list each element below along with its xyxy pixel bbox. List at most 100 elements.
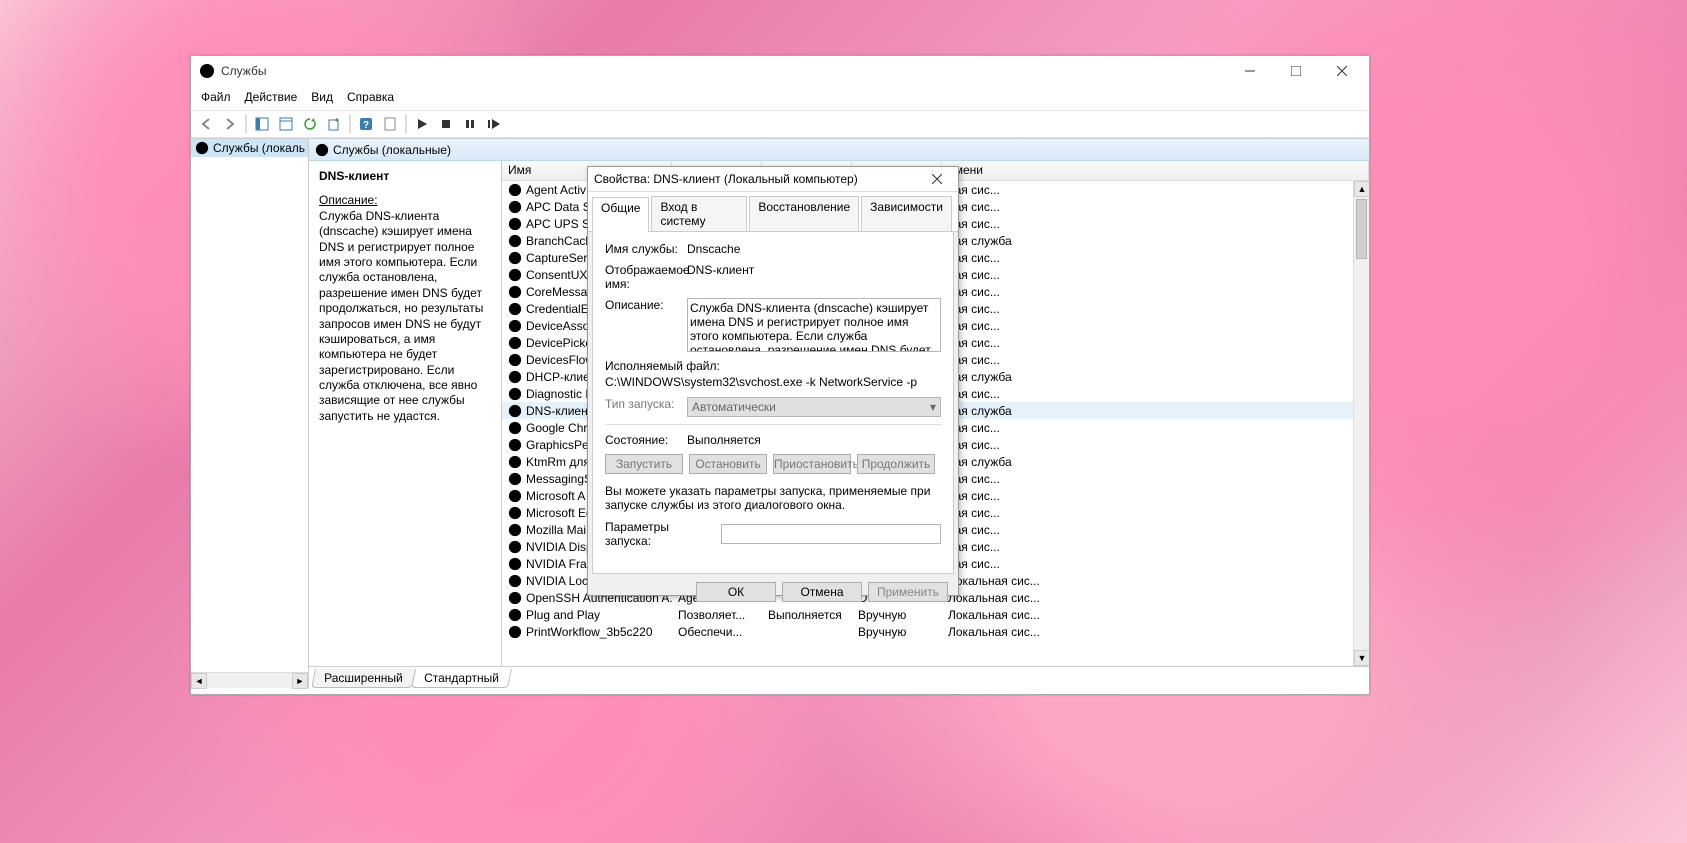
- service-name: Mozilla Mai: [526, 523, 586, 537]
- stop-button[interactable]: Остановить: [689, 454, 767, 474]
- minimize-button[interactable]: [1227, 56, 1273, 86]
- gear-icon: [508, 404, 522, 418]
- gear-icon: [508, 455, 522, 469]
- apply-button[interactable]: Применить: [868, 582, 948, 602]
- resume-button[interactable]: Продолжить: [857, 454, 935, 474]
- service-logon: Локальная сис...: [942, 625, 1369, 639]
- scroll-down-button[interactable]: ▼: [1354, 650, 1369, 666]
- state-value: Выполняется: [687, 433, 941, 447]
- gear-icon: [508, 353, 522, 367]
- start-params-label: Параметры запуска:: [605, 520, 715, 548]
- refresh-button[interactable]: [299, 113, 321, 135]
- export-button[interactable]: [323, 113, 345, 135]
- service-name: DNS-клиент: [526, 404, 593, 418]
- separator: [405, 114, 407, 134]
- state-label: Состояние:: [605, 433, 687, 447]
- chevron-down-icon: ▾: [930, 400, 936, 414]
- service-name: CoreMessag: [526, 285, 594, 299]
- menu-file[interactable]: Файл: [201, 90, 231, 104]
- service-logon: ная служба: [942, 455, 1369, 469]
- gear-icon: [508, 489, 522, 503]
- menu-view[interactable]: Вид: [311, 90, 333, 104]
- separator: [245, 114, 247, 134]
- gear-icon: [508, 421, 522, 435]
- table-row[interactable]: Plug and PlayПозволяет...ВыполняетсяВруч…: [502, 606, 1369, 623]
- service-name: Agent Activ: [526, 183, 586, 197]
- help-button[interactable]: ?: [355, 113, 377, 135]
- gear-icon: [508, 183, 522, 197]
- forward-button[interactable]: [219, 113, 241, 135]
- restart-service-button[interactable]: [483, 113, 505, 135]
- footer-tabs: Расширенный Стандартный: [309, 666, 1369, 688]
- scrollbar-thumb[interactable]: [1356, 199, 1367, 259]
- titlebar[interactable]: Службы: [191, 56, 1369, 86]
- service-logon: ная сис...: [942, 268, 1369, 282]
- gear-icon: [508, 302, 522, 316]
- toolbar: ?: [191, 110, 1369, 138]
- gear-icon: [508, 268, 522, 282]
- gear-icon: [508, 523, 522, 537]
- service-logon: ная сис...: [942, 472, 1369, 486]
- gear-icon: [508, 370, 522, 384]
- services-icon: [199, 63, 215, 79]
- service-name: ConsentUX_: [526, 268, 594, 282]
- close-button[interactable]: [1319, 56, 1365, 86]
- menu-help[interactable]: Справка: [347, 90, 394, 104]
- service-logon: ная сис...: [942, 489, 1369, 503]
- dialog-close-button[interactable]: [922, 168, 952, 190]
- window-title: Службы: [221, 64, 266, 78]
- service-name: PrintWorkflow_3b5c220: [526, 625, 653, 639]
- gear-icon: [508, 574, 522, 588]
- dialog-title: Свойства: DNS-клиент (Локальный компьюте…: [594, 172, 858, 186]
- cancel-button[interactable]: Отмена: [782, 582, 862, 602]
- tree-item-services-local[interactable]: Службы (локаль: [191, 139, 308, 157]
- tab-logon[interactable]: Вход в систему: [651, 196, 747, 231]
- selected-service-name: DNS-клиент: [319, 169, 491, 183]
- scroll-left-button[interactable]: ◄: [191, 673, 207, 689]
- properties-button[interactable]: [275, 113, 297, 135]
- service-logon: ная сис...: [942, 251, 1369, 265]
- gear-icon: [508, 591, 522, 605]
- tab-general[interactable]: Общие: [592, 197, 649, 232]
- service-logon: ная сис...: [942, 200, 1369, 214]
- back-button[interactable]: [195, 113, 217, 135]
- service-logon: ная сис...: [942, 319, 1369, 333]
- scroll-up-button[interactable]: ▲: [1354, 181, 1369, 197]
- pause-service-button[interactable]: [459, 113, 481, 135]
- show-hide-tree-button[interactable]: [251, 113, 273, 135]
- service-logon: ная сис...: [942, 506, 1369, 520]
- tab-extended[interactable]: Расширенный: [311, 669, 416, 688]
- table-row[interactable]: PrintWorkflow_3b5c220Обеспечи...ВручнуюЛ…: [502, 623, 1369, 640]
- service-name: Plug and Play: [526, 608, 600, 622]
- service-logon: Локальная сис...: [942, 591, 1369, 605]
- service-logon: ная сис...: [942, 387, 1369, 401]
- service-name: MessagingS: [526, 472, 592, 486]
- scroll-right-button[interactable]: ►: [292, 673, 308, 689]
- dialog-titlebar[interactable]: Свойства: DNS-клиент (Локальный компьюте…: [588, 167, 958, 192]
- tab-recovery[interactable]: Восстановление: [749, 196, 859, 231]
- list-header-title: Службы (локальные): [333, 143, 451, 157]
- service-logon: ная сис...: [942, 557, 1369, 571]
- menubar: Файл Действие Вид Справка: [191, 86, 1369, 110]
- start-params-input[interactable]: [721, 524, 941, 544]
- tab-dependencies[interactable]: Зависимости: [861, 196, 952, 231]
- help-topics-button[interactable]: [379, 113, 401, 135]
- executable-value: C:\WINDOWS\system32\svchost.exe -k Netwo…: [605, 375, 941, 389]
- tab-standard[interactable]: Стандартный: [411, 669, 512, 688]
- column-logon[interactable]: имени: [942, 161, 1369, 180]
- start-service-button[interactable]: [411, 113, 433, 135]
- menu-action[interactable]: Действие: [245, 90, 298, 104]
- stop-service-button[interactable]: [435, 113, 457, 135]
- maximize-button[interactable]: [1273, 56, 1319, 86]
- display-name-label: Отображаемое имя:: [605, 263, 687, 291]
- list-vertical-scrollbar[interactable]: ▲ ▼: [1353, 181, 1369, 666]
- service-logon: ная сис...: [942, 523, 1369, 537]
- service-logon: ная служба: [942, 404, 1369, 418]
- description-textarea[interactable]: [687, 298, 941, 352]
- pause-button[interactable]: Приостановить: [773, 454, 851, 474]
- tree-horizontal-scrollbar[interactable]: ◄ ►: [191, 672, 308, 688]
- service-desc: Обеспечи...: [672, 625, 762, 639]
- startup-type-combo[interactable]: Автоматически ▾: [687, 397, 941, 417]
- ok-button[interactable]: ОК: [696, 582, 776, 602]
- start-button[interactable]: Запустить: [605, 454, 683, 474]
